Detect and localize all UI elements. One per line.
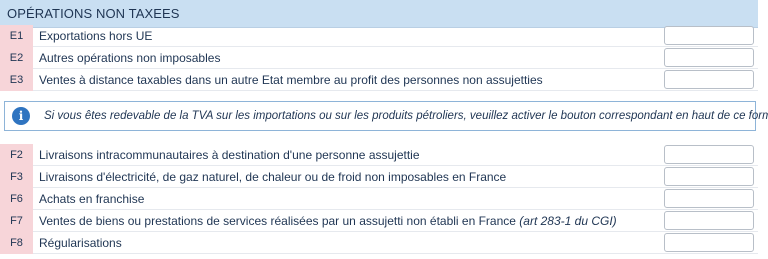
amount-field-e3[interactable] — [664, 70, 754, 89]
notice-text: Si vous êtes redevable de la TVA sur les… — [44, 110, 768, 122]
row-legal-ref: (art 283-1 du CGI) — [519, 213, 617, 228]
row-code: E3 — [0, 68, 33, 91]
row-f8: F8 Régularisations — [0, 231, 758, 254]
row-label: Autres opérations non imposables — [39, 50, 221, 65]
amount-field-f6[interactable] — [664, 189, 754, 208]
amount-field-e2[interactable] — [664, 48, 754, 67]
row-f7: F7 Ventes de biens ou prestations de ser… — [0, 209, 758, 232]
row-code: F2 — [0, 143, 33, 166]
row-code: E2 — [0, 46, 33, 69]
row-label: Ventes à distance taxables dans un autre… — [39, 72, 543, 87]
row-label: Régularisations — [39, 235, 122, 250]
section-header: OPÉRATIONS NON TAXEES — [0, 0, 758, 28]
amount-field-f3[interactable] — [664, 167, 754, 186]
row-label: Ventes de biens ou prestations de servic… — [39, 213, 617, 228]
info-notice: i Si vous êtes redevable de la TVA sur l… — [4, 101, 768, 131]
row-e1: E1 Exportations hors UE — [0, 24, 758, 47]
row-code: F8 — [0, 231, 33, 254]
row-e2: E2 Autres opérations non imposables — [0, 46, 758, 69]
row-label: Achats en franchise — [39, 191, 145, 206]
row-label: Livraisons d'électricité, de gaz naturel… — [39, 169, 507, 184]
amount-field-e1[interactable] — [664, 26, 754, 45]
amount-field-f8[interactable] — [664, 233, 754, 252]
row-f2: F2 Livraisons intracommunautaires à dest… — [0, 143, 758, 166]
row-label: Exportations hors UE — [39, 28, 153, 43]
amount-field-f2[interactable] — [664, 145, 754, 164]
row-f3: F3 Livraisons d'électricité, de gaz natu… — [0, 165, 758, 188]
row-code: E1 — [0, 24, 33, 47]
section-title: OPÉRATIONS NON TAXEES — [7, 6, 180, 21]
row-code: F6 — [0, 187, 33, 210]
row-f6: F6 Achats en franchise — [0, 187, 758, 210]
row-code: F3 — [0, 165, 33, 188]
row-e3: E3 Ventes à distance taxables dans un au… — [0, 68, 758, 91]
row-code: F7 — [0, 209, 33, 232]
amount-field-f7[interactable] — [664, 211, 754, 230]
row-label: Livraisons intracommunautaires à destina… — [39, 147, 420, 162]
info-icon: i — [12, 107, 30, 125]
